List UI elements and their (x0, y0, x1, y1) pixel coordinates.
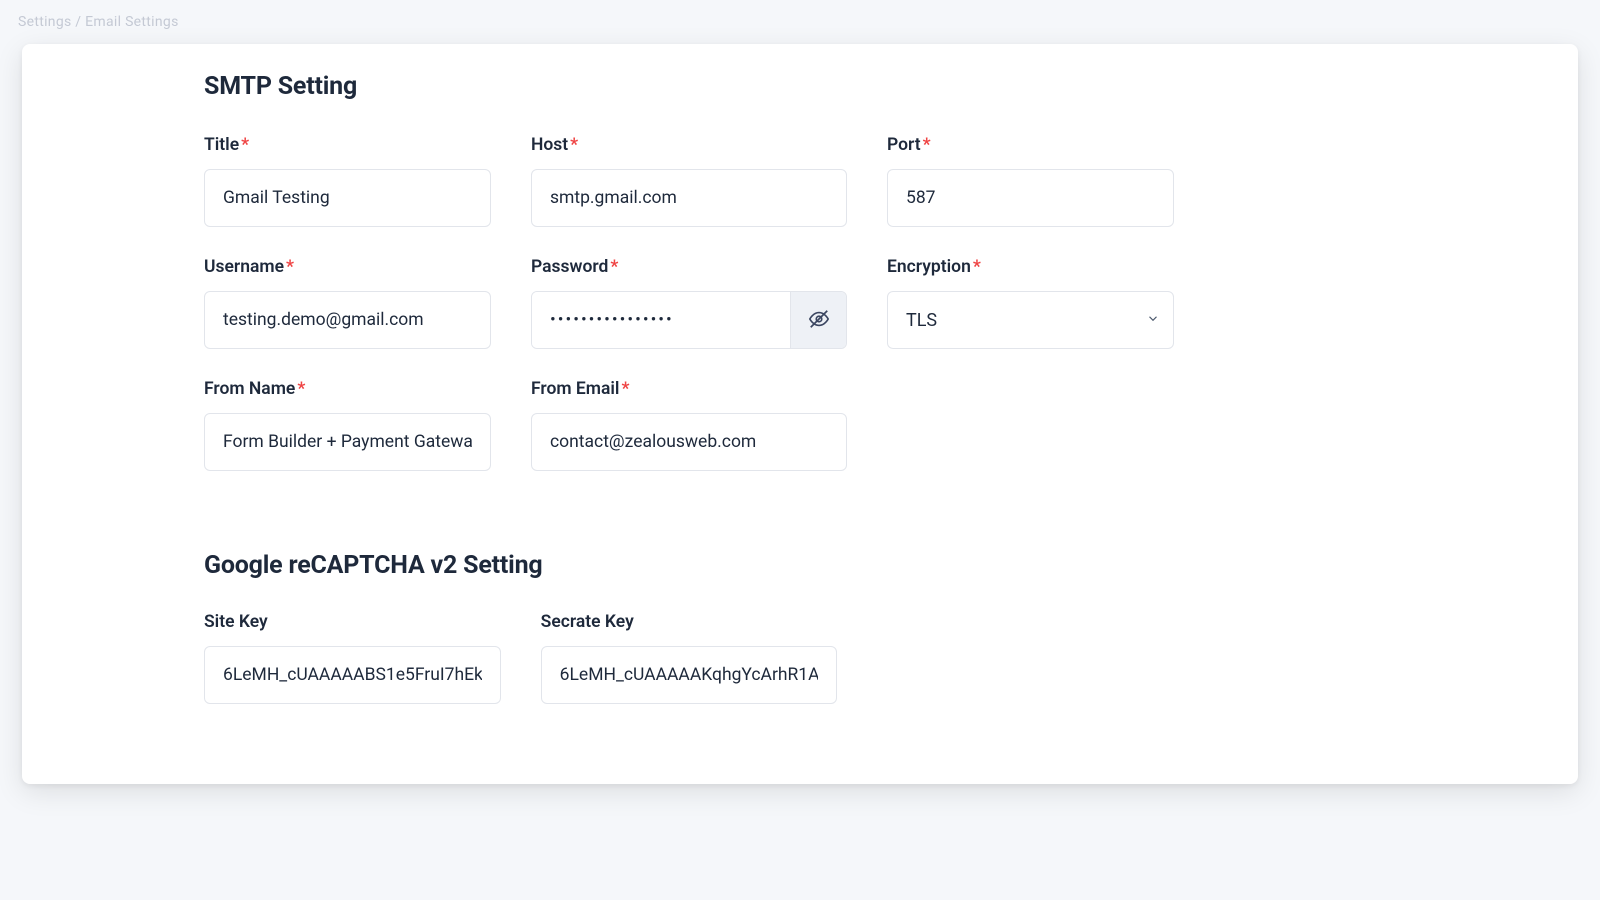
field-username: Username* (204, 257, 491, 349)
field-encryption: Encryption* TLS (887, 257, 1174, 349)
label-site-key: Site Key (204, 612, 501, 632)
label-from-email-text: From Email (531, 379, 619, 399)
password-input[interactable] (532, 292, 790, 348)
label-encryption: Encryption* (887, 257, 1174, 277)
required-asterisk: * (610, 257, 618, 277)
label-from-email: From Email* (531, 379, 847, 399)
label-password: Password* (531, 257, 847, 277)
username-input[interactable] (204, 291, 491, 349)
field-from-email: From Email* (531, 379, 847, 471)
field-from-name: From Name* (204, 379, 491, 471)
required-asterisk: * (297, 379, 305, 399)
from-name-input[interactable] (204, 413, 491, 471)
label-username-text: Username (204, 257, 284, 277)
breadcrumb: Settings / Email Settings (18, 14, 179, 30)
label-host-text: Host (531, 135, 568, 155)
label-port: Port* (887, 135, 1174, 155)
label-from-name-text: From Name (204, 379, 295, 399)
label-title: Title* (204, 135, 491, 155)
site-key-input[interactable] (204, 646, 501, 704)
label-port-text: Port (887, 135, 921, 155)
label-from-name: From Name* (204, 379, 491, 399)
port-input[interactable] (887, 169, 1174, 227)
recaptcha-fields-grid: Site Key Secrate Key (204, 612, 1174, 704)
recaptcha-section-heading: Google reCAPTCHA v2 Setting (204, 551, 1174, 580)
field-host: Host* (531, 135, 847, 227)
required-asterisk: * (973, 257, 981, 277)
field-site-key: Site Key (204, 612, 501, 704)
label-secret-key-text: Secrate Key (541, 612, 634, 632)
grid-spacer (877, 612, 1174, 704)
label-password-text: Password (531, 257, 608, 277)
grid-spacer (887, 379, 1174, 471)
password-input-group (531, 291, 847, 349)
label-host: Host* (531, 135, 847, 155)
title-input[interactable] (204, 169, 491, 227)
secret-key-input[interactable] (541, 646, 838, 704)
required-asterisk: * (570, 135, 578, 155)
host-input[interactable] (531, 169, 847, 227)
label-title-text: Title (204, 135, 239, 155)
label-encryption-text: Encryption (887, 257, 971, 277)
required-asterisk: * (241, 135, 249, 155)
label-site-key-text: Site Key (204, 612, 268, 632)
required-asterisk: * (286, 257, 294, 277)
encryption-select-wrapper: TLS (887, 291, 1174, 349)
from-email-input[interactable] (531, 413, 847, 471)
toggle-password-button[interactable] (790, 292, 846, 348)
field-title: Title* (204, 135, 491, 227)
page-wrapper: Settings / Email Settings SMTP Setting T… (0, 0, 1600, 784)
content-inner: SMTP Setting Title* Host* (22, 72, 1222, 704)
label-username: Username* (204, 257, 491, 277)
required-asterisk: * (621, 379, 629, 399)
eye-off-icon (808, 308, 830, 333)
smtp-fields-grid: Title* Host* Port* (204, 135, 1174, 471)
settings-card: SMTP Setting Title* Host* (22, 44, 1578, 784)
breadcrumb-bar: Settings / Email Settings (0, 0, 1600, 44)
field-port: Port* (887, 135, 1174, 227)
label-secret-key: Secrate Key (541, 612, 838, 632)
required-asterisk: * (923, 135, 931, 155)
field-password: Password* (531, 257, 847, 349)
field-secret-key: Secrate Key (541, 612, 838, 704)
encryption-select[interactable]: TLS (887, 291, 1174, 349)
smtp-section-heading: SMTP Setting (204, 72, 1174, 101)
